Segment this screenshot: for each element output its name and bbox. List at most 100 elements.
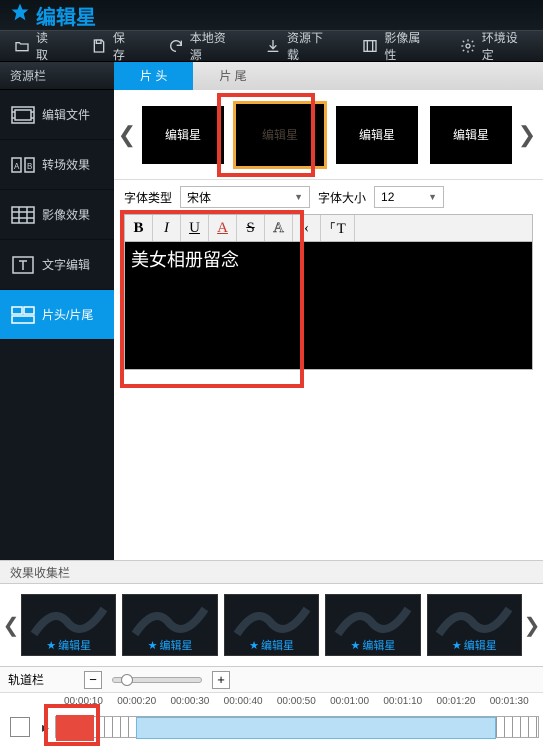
sidebar-item-video-fx[interactable]: 影像效果 (0, 190, 114, 240)
bold-button[interactable]: B (125, 215, 153, 241)
template-item[interactable]: 编辑星 (336, 106, 418, 164)
chevron-down-icon: ▼ (294, 192, 303, 202)
video-clips[interactable] (136, 717, 496, 739)
fx-item[interactable]: ★编辑星 (427, 594, 522, 656)
star-icon: ★ (249, 639, 259, 652)
film-icon (362, 38, 378, 54)
menu-download-label: 资源下载 (287, 29, 334, 63)
zoom-slider[interactable] (112, 677, 202, 683)
timecode: 00:01:20 (437, 696, 490, 707)
fx-item[interactable]: ★编辑星 (122, 594, 217, 656)
timeline-ruler[interactable] (55, 716, 539, 738)
template-item[interactable]: 编辑星 (142, 106, 224, 164)
template-prev-button[interactable]: ❮ (118, 105, 136, 165)
menu-movie-props[interactable]: 影像属性 (348, 31, 445, 61)
editor-pane: 片 头 片 尾 ❮ 编辑星 编辑星 编辑星 编辑星 ❯ 字体类型 宋体▼ 字体大… (114, 62, 543, 560)
zoom-out-button[interactable]: − (84, 671, 102, 689)
underline-button[interactable]: U (181, 215, 209, 241)
star-icon: ★ (452, 639, 462, 652)
svg-text:A: A (14, 162, 20, 171)
fx-label: 编辑星 (58, 637, 91, 653)
fx-prev-button[interactable]: ❮ (4, 613, 18, 638)
outline-button[interactable]: A (265, 215, 293, 241)
menu-movieprops-label: 影像属性 (384, 29, 431, 63)
font-color-button[interactable]: A (209, 215, 237, 241)
menu-download[interactable]: 资源下载 (251, 31, 348, 61)
app-title: 编辑星 (36, 1, 96, 30)
fx-label: 编辑星 (261, 637, 294, 653)
font-size-value: 12 (381, 190, 394, 204)
sidebar-item-label: 转场效果 (42, 156, 90, 173)
sidebar-item-label: 文字编辑 (42, 256, 90, 273)
timecode: 00:00:30 (170, 696, 223, 707)
title-text-editor[interactable]: 美女相册留念 (124, 242, 533, 370)
menu-env-settings[interactable]: 环境设定 (446, 31, 543, 61)
fx-label: 编辑星 (464, 637, 497, 653)
menu-read[interactable]: 读 取 (0, 31, 77, 61)
timecode: 00:01:30 (490, 696, 543, 707)
font-type-value: 宋体 (187, 189, 211, 206)
font-size-label: 字体大小 (318, 189, 366, 206)
sidebar-header: 资源栏 (0, 62, 114, 90)
menu-local-resources[interactable]: 本地资源 (154, 31, 251, 61)
template-label: 编辑星 (165, 126, 201, 143)
back-button[interactable]: ‹ (293, 215, 321, 241)
sidebar-item-label: 影像效果 (42, 206, 90, 223)
chevron-down-icon: ▼ (428, 192, 437, 202)
menu-save[interactable]: 保 存 (77, 31, 154, 61)
zoom-in-button[interactable]: + (212, 671, 230, 689)
main-toolbar: 读 取 保 存 本地资源 资源下载 影像属性 环境设定 (0, 30, 543, 62)
play-icon[interactable]: ▸ (42, 719, 49, 736)
sidebar-item-title[interactable]: 片头/片尾 (0, 290, 114, 340)
zoom-knob[interactable] (121, 674, 133, 686)
star-icon: ★ (46, 639, 56, 652)
sidebar-item-label: 编辑文件 (42, 106, 90, 123)
track-toggle[interactable] (10, 717, 30, 737)
sidebar-item-transition[interactable]: AB 转场效果 (0, 140, 114, 190)
title-clip[interactable] (56, 715, 94, 741)
template-row: ❮ 编辑星 编辑星 编辑星 编辑星 ❯ (114, 90, 543, 180)
font-type-select[interactable]: 宋体 ▼ (180, 186, 310, 208)
video-fx-icon (10, 205, 36, 225)
fx-item[interactable]: ★编辑星 (224, 594, 319, 656)
template-next-button[interactable]: ❯ (518, 105, 536, 165)
menu-localres-label: 本地资源 (190, 29, 237, 63)
tab-tail[interactable]: 片 尾 (193, 62, 272, 90)
menu-envset-label: 环境设定 (482, 29, 529, 63)
star-icon (10, 2, 30, 28)
fx-item[interactable]: ★编辑星 (325, 594, 420, 656)
transition-icon: AB (10, 155, 36, 175)
star-icon: ★ (148, 639, 158, 652)
timecode: 00:00:40 (224, 696, 277, 707)
timecode: 00:00:10 (64, 696, 117, 707)
template-item[interactable]: 编辑星 (430, 106, 512, 164)
save-icon (91, 38, 107, 54)
film-strip-icon (10, 105, 36, 125)
fx-next-button[interactable]: ❯ (525, 613, 539, 638)
title-bar: 编辑星 (0, 0, 543, 30)
font-size-select[interactable]: 12 ▼ (374, 186, 444, 208)
sidebar-item-text-edit[interactable]: 文字编辑 (0, 240, 114, 290)
template-item-selected[interactable]: 编辑星 (236, 104, 324, 166)
text-cursor-button[interactable]: ⸀T (321, 215, 355, 241)
track-header: 轨道栏 (8, 671, 44, 688)
sidebar: 资源栏 编辑文件 AB 转场效果 影像效果 文字编辑 片头/片尾 (0, 62, 114, 560)
star-icon: ★ (350, 639, 360, 652)
timecode: 00:00:50 (277, 696, 330, 707)
timecode: 00:01:00 (330, 696, 383, 707)
timeline-track: ▸ (0, 710, 543, 744)
timecode: 00:01:10 (383, 696, 436, 707)
title-icon (10, 305, 36, 325)
sidebar-item-edit-file[interactable]: 编辑文件 (0, 90, 114, 140)
svg-text:B: B (27, 162, 32, 171)
refresh-icon (168, 38, 184, 54)
tab-head[interactable]: 片 头 (114, 62, 193, 90)
italic-button[interactable]: I (153, 215, 181, 241)
strike-button[interactable]: S (237, 215, 265, 241)
fx-item[interactable]: ★编辑星 (21, 594, 116, 656)
rich-text-toolbar: B I U A S A ‹ ⸀T (124, 214, 533, 242)
sidebar-item-label: 片头/片尾 (42, 306, 93, 323)
track-controls: 轨道栏 − + (0, 666, 543, 692)
fx-collection-header: 效果收集栏 (0, 560, 543, 584)
fx-collection-row: ❮ ★编辑星 ★编辑星 ★编辑星 ★编辑星 ★编辑星 ❯ (0, 584, 543, 666)
